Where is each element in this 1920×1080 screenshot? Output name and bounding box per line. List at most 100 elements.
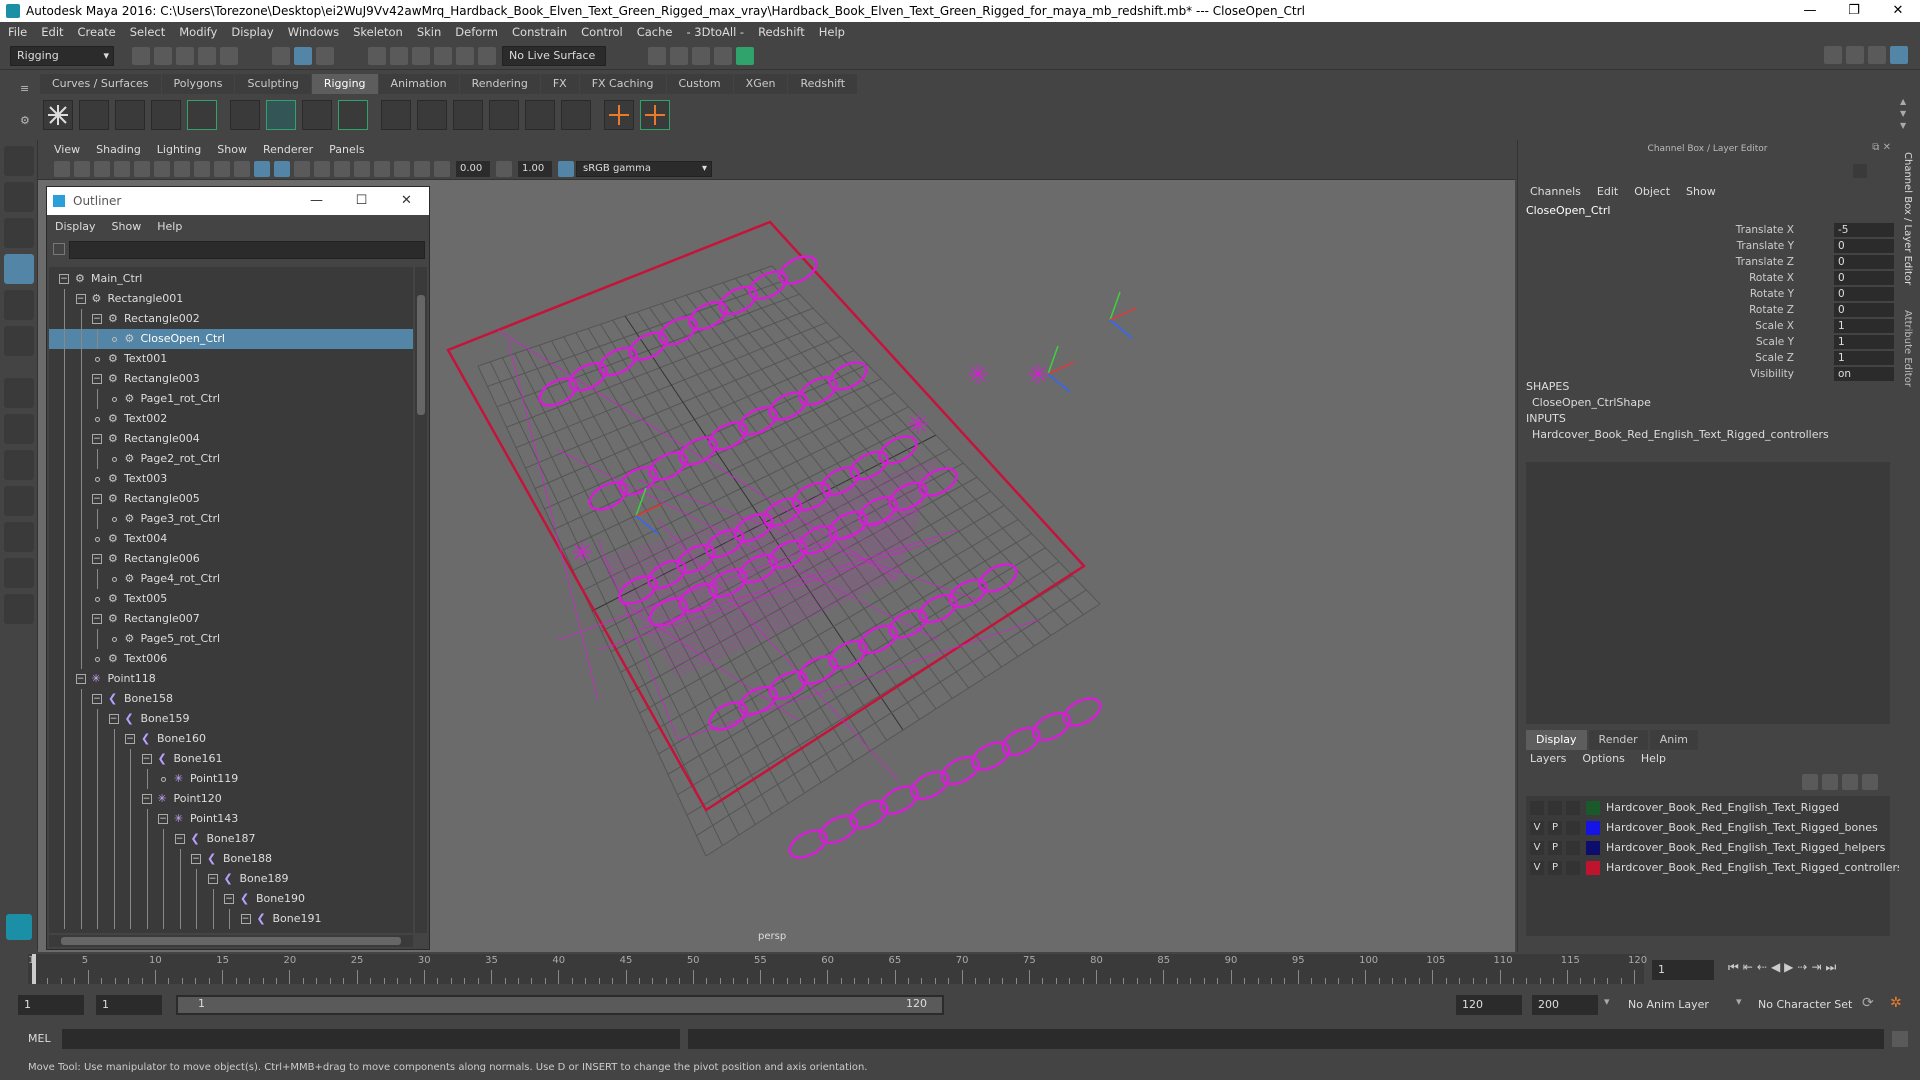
attribute-value[interactable]: on [1834,367,1894,381]
script-type-label[interactable]: MEL [28,1032,51,1045]
smooth-shade-icon[interactable] [234,160,250,177]
attribute-row[interactable]: Rotate Z 0 [1518,302,1898,318]
snap-point-icon[interactable] [412,46,430,65]
shape-node[interactable]: CloseOpen_CtrlShape [1532,396,1651,409]
outliner-item[interactable]: ✳ Point119 [49,769,413,789]
workspace-icon[interactable] [1824,46,1842,64]
outliner-layout-icon[interactable] [4,558,34,588]
shelf-tab-custom[interactable]: Custom [666,74,733,94]
menu-select[interactable]: Select [130,25,165,39]
camera-attr-icon[interactable] [74,160,90,177]
step-back-key-icon[interactable]: ⇤ [1743,960,1753,975]
film-gate-icon[interactable] [154,160,170,177]
end-time-field[interactable]: 200 [1532,995,1598,1015]
channel-box-toggle-icon[interactable] [1890,46,1908,64]
outliner-item[interactable]: − ✳ Point120 [49,789,413,809]
attribute-row[interactable]: Visibility on [1518,366,1898,382]
lattice-icon[interactable] [266,100,296,130]
outliner-item[interactable]: − ❮ Bone190 [49,889,413,909]
expand-toggle[interactable]: − [108,714,119,724]
parent-constraint-icon[interactable] [640,100,670,130]
shelf-menu-icon[interactable]: ≡ [20,82,29,95]
outliner-hscrollbar[interactable] [49,935,413,947]
viewport-menu-panels[interactable]: Panels [329,143,364,156]
attribute-value[interactable]: -5 [1834,223,1894,237]
side-by-side-layout-icon[interactable] [4,450,34,480]
outliner-close-button[interactable]: ✕ [384,187,429,215]
select-hierarchy-icon[interactable] [272,46,290,65]
scale-tool-icon[interactable] [4,326,34,356]
menu-3dtoall[interactable]: - 3DtoAll - [686,25,744,39]
unbind-skin-icon[interactable] [417,100,447,130]
attribute-value[interactable]: 0 [1834,255,1894,269]
command-input[interactable] [62,1029,680,1049]
preferences-icon[interactable]: ✲ [1890,995,1902,1011]
outliner-titlebar[interactable]: Outliner — ☐ ✕ [47,187,429,215]
outliner-search-input[interactable] [69,241,425,259]
outliner-item[interactable]: − ❮ Bone161 [49,749,413,769]
layer-menu-options[interactable]: Options [1582,752,1624,765]
attribute-value[interactable]: 1 [1834,335,1894,349]
start-time-field[interactable]: 1 [18,995,84,1015]
snap-pivot-icon[interactable] [478,46,496,65]
expand-toggle[interactable]: − [75,294,86,304]
scroll-thumb[interactable] [417,295,425,415]
layer-color-swatch[interactable] [1586,821,1600,835]
render-settings-icon[interactable] [714,46,732,65]
wrap-icon[interactable] [302,100,332,130]
open-scene-icon[interactable] [154,46,172,65]
layer-tab-display[interactable]: Display [1526,730,1587,750]
new-layer-selected-icon[interactable] [1862,774,1878,790]
layer-row[interactable]: Hardcover_Book_Red_English_Text_Rigged [1526,798,1890,818]
playback-start-field[interactable]: 1 [96,995,162,1015]
outliner-item[interactable]: ⚙ Text005 [49,589,413,609]
outliner-vscrollbar[interactable] [415,267,427,933]
layer-playback-toggle[interactable]: P [1548,821,1562,835]
layer-visibility-toggle[interactable] [1530,801,1544,815]
channel-box-float-close[interactable]: ⧉ ✕ [1872,142,1891,153]
layer-type-toggle[interactable] [1566,821,1580,835]
mirror-weights-icon[interactable] [489,100,519,130]
expand-toggle[interactable]: − [92,614,102,624]
outliner-item[interactable]: − ⚙ Rectangle003 [49,369,413,389]
outliner-item[interactable]: ⚙ Page5_rot_Ctrl [49,629,413,649]
expand-toggle[interactable]: − [224,894,234,904]
live-surface-field[interactable]: No Live Surface [502,45,606,66]
snap-surface-icon[interactable] [456,46,474,65]
step-back-frame-icon[interactable]: ⇠ [1757,960,1767,975]
auto-key-icon[interactable]: ⟳ [1862,995,1874,1011]
attribute-editor-toggle-icon[interactable] [1846,46,1864,64]
viewport-menu-view[interactable]: View [54,143,80,156]
shelf-scroll-arrows[interactable]: ▲ ▼ ▼ [1900,96,1906,132]
render-frame-icon[interactable] [670,46,688,65]
shelf-tab-fx-caching[interactable]: FX Caching [579,74,666,94]
move-layer-up-icon[interactable] [1802,774,1818,790]
xray-icon[interactable] [274,160,290,177]
time-ruler[interactable]: 1510152025303540455055606570758085909510… [28,954,1647,984]
wireframe-on-shaded-icon[interactable] [254,160,270,177]
outliner-menu-help[interactable]: Help [157,220,182,233]
color-management-icon[interactable] [558,160,574,177]
snap-grid-icon[interactable] [368,46,386,65]
outliner-item[interactable]: − ❮ Bone158 [49,689,413,709]
expand-toggle[interactable]: − [92,374,102,384]
playback-end-field[interactable]: 120 [1456,995,1522,1015]
attribute-row[interactable]: Scale Z 1 [1518,350,1898,366]
filter-icon[interactable] [53,243,65,255]
hypershade-icon[interactable] [736,46,754,65]
more-layouts-icon[interactable] [4,594,34,624]
menu-skin[interactable]: Skin [417,25,441,39]
viewport-menu-renderer[interactable]: Renderer [263,143,313,156]
expand-toggle[interactable]: − [92,694,102,704]
attribute-value[interactable]: 1 [1834,319,1894,333]
expand-toggle[interactable]: − [191,854,201,864]
outliner-item[interactable]: − ⚙ Main_Ctrl [49,269,413,289]
attribute-value[interactable]: 0 [1834,303,1894,317]
step-forward-frame-icon[interactable]: ⇢ [1797,960,1807,975]
range-bar[interactable]: 1 120 [176,995,944,1015]
layer-playback-toggle[interactable] [1548,801,1562,815]
ipr-render-icon[interactable] [692,46,710,65]
scroll-thumb[interactable] [61,937,401,945]
isolate-select-icon[interactable] [394,160,410,177]
view-transform-dropdown[interactable]: sRGB gamma ▾ [576,160,712,177]
